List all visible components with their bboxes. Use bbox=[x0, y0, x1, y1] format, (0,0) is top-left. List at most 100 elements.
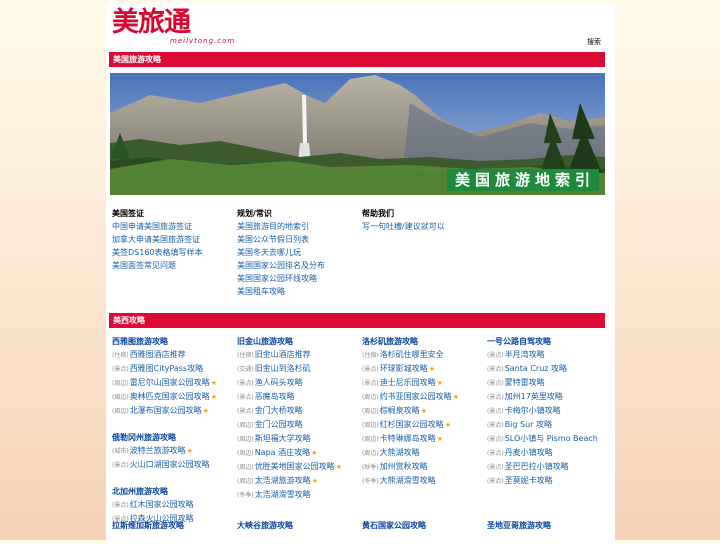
guide-item[interactable]: (景点)Santa Cruz 攻略 bbox=[487, 362, 598, 376]
guide-item[interactable]: (景点)丹麦小镇攻略 bbox=[487, 446, 598, 460]
guide-item-link[interactable]: 大熊湖滑雪攻略 bbox=[380, 476, 436, 485]
guide-item[interactable]: (冬季)太浩湖滑雪攻略 bbox=[237, 488, 342, 502]
guide-link[interactable]: 美国国家公园排名及分布 bbox=[237, 259, 325, 272]
guide-item[interactable]: (景点)迪士尼乐园攻略★ bbox=[362, 376, 459, 390]
group-title-link[interactable]: 圣地亚哥旅游攻略 bbox=[487, 519, 551, 532]
group-title-link[interactable]: 北加州旅游攻略 bbox=[112, 485, 217, 498]
guide-item-link[interactable]: 卡梅尔小镇攻略 bbox=[505, 406, 561, 415]
guide-item[interactable]: (景点)半月湾攻略 bbox=[487, 348, 598, 362]
guide-item[interactable]: (城市)波特兰旅游攻略★ bbox=[112, 444, 217, 458]
guide-item-link[interactable]: Santa Cruz 攻略 bbox=[505, 364, 567, 373]
guide-item[interactable]: (交通)旧金山到洛杉矶 bbox=[237, 362, 342, 376]
guide-item[interactable]: (周边)优胜美地国家公园攻略★ bbox=[237, 460, 342, 474]
guide-item[interactable]: (住宿)西雅图酒店推荐 bbox=[112, 348, 217, 362]
guide-link[interactable]: 美国租车攻略 bbox=[237, 285, 325, 298]
guide-item[interactable]: (周边)卡特琳娜岛攻略★ bbox=[362, 432, 459, 446]
guide-item-link[interactable]: 旧金山到洛杉矶 bbox=[255, 364, 311, 373]
search-link[interactable]: 搜索 bbox=[587, 37, 601, 47]
guide-item-link[interactable]: 波特兰旅游攻略 bbox=[130, 446, 186, 455]
guide-item[interactable]: (周边)奥林匹克国家公园攻略★ bbox=[112, 390, 217, 404]
guide-link[interactable]: 美国面签常见问题 bbox=[112, 259, 203, 272]
guide-link[interactable]: 加拿大申请美国旅游签证 bbox=[112, 233, 203, 246]
guide-item[interactable]: (住宿)洛杉矶住哪里安全 bbox=[362, 348, 459, 362]
guide-item-link[interactable]: Big Sur 攻略 bbox=[505, 420, 552, 429]
guide-item[interactable]: (景点)Big Sur 攻略 bbox=[487, 418, 598, 432]
guide-item[interactable]: (周边)约书亚国家公园攻略★ bbox=[362, 390, 459, 404]
guide-item[interactable]: (周边)北瀑布国家公园攻略★ bbox=[112, 404, 217, 418]
guide-item[interactable]: (冬季)大熊湖滑雪攻略 bbox=[362, 474, 459, 488]
guide-item[interactable]: (周边)Napa 酒庄攻略★ bbox=[237, 446, 342, 460]
guide-item-link[interactable]: 红木国家公园攻略 bbox=[130, 500, 194, 509]
guide-item-link[interactable]: 红杉国家公园攻略 bbox=[380, 420, 444, 429]
guide-item[interactable]: (周边)雷尼尔山国家公园攻略★ bbox=[112, 376, 217, 390]
guide-item-link[interactable]: 圣莫妮卡攻略 bbox=[505, 476, 553, 485]
guide-item[interactable]: (秋季)加州赏秋攻略 bbox=[362, 460, 459, 474]
guide-item-link[interactable]: 雷尼尔山国家公园攻略 bbox=[130, 378, 210, 387]
guide-item[interactable]: (景点)加州17英里攻略 bbox=[487, 390, 598, 404]
guide-item[interactable]: (周边)太浩湖旅游攻略★ bbox=[237, 474, 342, 488]
guide-item-link[interactable]: 洛杉矶住哪里安全 bbox=[380, 350, 444, 359]
guide-item-link[interactable]: SLO小镇与 Pismo Beach bbox=[505, 434, 598, 443]
guide-item-link[interactable]: 加州17英里攻略 bbox=[505, 392, 563, 401]
guide-item-link[interactable]: 渔人码头攻略 bbox=[255, 378, 303, 387]
guide-item[interactable]: (景点)红木国家公园攻略 bbox=[112, 498, 217, 512]
site-logo[interactable]: 美旅通 meilvtong.com bbox=[112, 6, 234, 48]
group-title-link[interactable]: 西雅图旅游攻略 bbox=[112, 335, 217, 348]
guide-item[interactable]: (景点)SLO小镇与 Pismo Beach bbox=[487, 432, 598, 446]
guide-item-link[interactable]: 优胜美地国家公园攻略 bbox=[255, 462, 335, 471]
guide-item-link[interactable]: 蒙特雷攻略 bbox=[505, 378, 545, 387]
group-title-link[interactable]: 大峡谷旅游攻略 bbox=[237, 519, 293, 532]
guide-item-link[interactable]: 金门大桥攻略 bbox=[255, 406, 303, 415]
guide-item[interactable]: (景点)渔人码头攻略 bbox=[237, 376, 342, 390]
guide-item[interactable]: (景点)圣莫妮卡攻略 bbox=[487, 474, 598, 488]
guide-item[interactable]: (住宿)旧金山酒店推荐 bbox=[237, 348, 342, 362]
guide-item-link[interactable]: 圣巴巴拉小镇攻略 bbox=[505, 462, 569, 471]
guide-item-link[interactable]: 太浩湖旅游攻略 bbox=[255, 476, 311, 485]
group-title-link[interactable]: 俄勒冈州旅游攻略 bbox=[112, 431, 217, 444]
guide-item-link[interactable]: 丹麦小镇攻略 bbox=[505, 448, 553, 457]
guide-item[interactable]: (周边)红杉国家公园攻略★ bbox=[362, 418, 459, 432]
guide-item[interactable]: (景点)火山口湖国家公园攻略 bbox=[112, 458, 217, 472]
guide-item[interactable]: (景点)卡梅尔小镇攻略 bbox=[487, 404, 598, 418]
guide-item-link[interactable]: 斯坦福大学攻略 bbox=[255, 434, 311, 443]
guide-item-link[interactable]: 棕榈泉攻略 bbox=[380, 406, 420, 415]
guide-item-link[interactable]: 奥林匹克国家公园攻略 bbox=[130, 392, 210, 401]
guide-link[interactable]: 写一句吐槽/建议就可以 bbox=[362, 220, 445, 233]
guide-item[interactable]: (周边)斯坦福大学攻略 bbox=[237, 432, 342, 446]
guide-item-link[interactable]: 火山口湖国家公园攻略 bbox=[130, 460, 210, 469]
guide-item-link[interactable]: 卡特琳娜岛攻略 bbox=[380, 434, 436, 443]
guide-link[interactable]: 美国旅游目的地索引 bbox=[237, 220, 325, 233]
guide-item[interactable]: (周边)棕榈泉攻略★ bbox=[362, 404, 459, 418]
group-title-link[interactable]: 黄石国家公园攻略 bbox=[362, 519, 426, 532]
guide-item-link[interactable]: 金门公园攻略 bbox=[255, 420, 303, 429]
guide-item[interactable]: (景点)西雅图CityPass攻略 bbox=[112, 362, 217, 376]
guide-item[interactable]: (景点)金门大桥攻略 bbox=[237, 404, 342, 418]
guide-link[interactable]: 美签DS160表格填写样本 bbox=[112, 246, 203, 259]
guide-item-link[interactable]: 大熊湖攻略 bbox=[380, 448, 420, 457]
group-title-link[interactable]: 拉斯维加斯旅游攻略 bbox=[112, 519, 184, 532]
guide-item-link[interactable]: 恶魔岛攻略 bbox=[255, 392, 295, 401]
group-title-link[interactable]: 旧金山旅游攻略 bbox=[237, 335, 342, 348]
guide-item[interactable]: (周边)大熊湖攻略 bbox=[362, 446, 459, 460]
guide-item-link[interactable]: 西雅图CityPass攻略 bbox=[130, 364, 203, 373]
guide-item[interactable]: (周边)金门公园攻略 bbox=[237, 418, 342, 432]
guide-item-link[interactable]: 太浩湖滑雪攻略 bbox=[255, 490, 311, 499]
guide-item-link[interactable]: 西雅图酒店推荐 bbox=[130, 350, 186, 359]
guide-link[interactable]: 美国冬天去哪儿玩 bbox=[237, 246, 325, 259]
guide-item-link[interactable]: 环球影城攻略 bbox=[380, 364, 428, 373]
guide-item-link[interactable]: 约书亚国家公园攻略 bbox=[380, 392, 452, 401]
guide-item[interactable]: (景点)蒙特雷攻略 bbox=[487, 376, 598, 390]
guide-item-link[interactable]: 半月湾攻略 bbox=[505, 350, 545, 359]
banner-image[interactable]: 美国旅游地索引 bbox=[110, 73, 605, 195]
guide-item-link[interactable]: 北瀑布国家公园攻略 bbox=[130, 406, 202, 415]
guide-item[interactable]: (景点)圣巴巴拉小镇攻略 bbox=[487, 460, 598, 474]
guide-link[interactable]: 中国申请美国旅游签证 bbox=[112, 220, 203, 233]
group-title-link[interactable]: 洛杉矶旅游攻略 bbox=[362, 335, 459, 348]
guide-item-link[interactable]: 旧金山酒店推荐 bbox=[255, 350, 311, 359]
guide-item-link[interactable]: 迪士尼乐园攻略 bbox=[380, 378, 436, 387]
group-title-link[interactable]: 一号公路自驾攻略 bbox=[487, 335, 598, 348]
guide-item[interactable]: (景点)环球影城攻略★ bbox=[362, 362, 459, 376]
guide-item-link[interactable]: 加州赏秋攻略 bbox=[380, 462, 428, 471]
guide-link[interactable]: 美国公众节假日列表 bbox=[237, 233, 325, 246]
guide-item[interactable]: (景点)恶魔岛攻略 bbox=[237, 390, 342, 404]
